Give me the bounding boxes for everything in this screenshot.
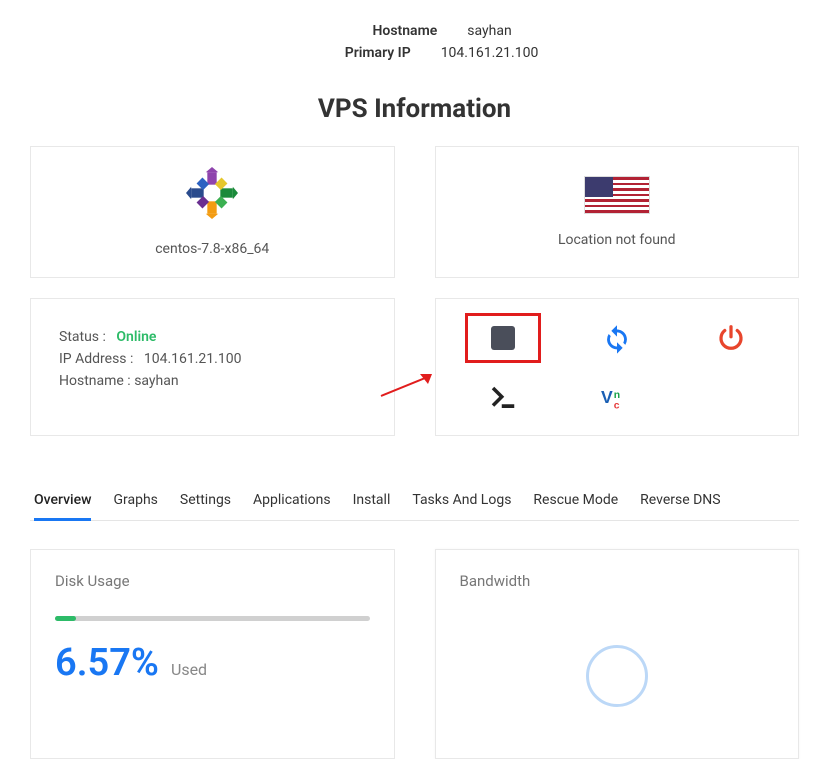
vnc-icon: V n c [601,384,633,412]
tab-rescue-mode[interactable]: Rescue Mode [533,484,618,520]
location-text: Location not found [558,232,676,248]
poweroff-button[interactable] [701,315,761,361]
tab-tasks-logs[interactable]: Tasks And Logs [412,484,511,520]
stop-button[interactable] [465,313,541,363]
os-card: centos-7.8-x86_64 [30,146,395,278]
stop-icon [491,326,515,350]
console-button[interactable] [473,375,533,421]
tab-graphs[interactable]: Graphs [113,484,157,520]
tab-settings[interactable]: Settings [180,484,231,520]
primary-ip-value: 104.161.21.100 [441,45,539,61]
os-name: centos-7.8-x86_64 [155,241,269,257]
hostname-value: sayhan [467,23,511,39]
host-label: Hostname : [59,373,131,389]
restart-button[interactable] [587,315,647,361]
loading-spinner-icon [586,645,648,707]
svg-text:V: V [601,387,613,407]
hostname-label: Hostname [317,23,437,39]
ipaddress-value: 104.161.21.100 [144,351,242,367]
section-title: VPS Information [30,94,799,124]
vnc-button[interactable]: V n c [587,375,647,421]
bandwidth-title: Bandwidth [460,572,775,590]
svg-text:n: n [614,390,620,401]
svg-text:c: c [614,400,620,411]
server-header: Hostname sayhan Primary IP 104.161.21.10… [30,20,799,64]
terminal-icon [488,385,518,411]
power-icon [716,323,746,353]
disk-usage-percent: 6.57% [55,641,159,685]
tab-install[interactable]: Install [353,484,391,520]
location-card: Location not found [435,146,800,278]
ipaddress-label: IP Address : [59,351,133,367]
refresh-icon [600,321,634,355]
disk-usage-used-label: Used [171,660,207,679]
status-card: Status : Online IP Address : 104.161.21.… [30,298,395,436]
primary-ip-label: Primary IP [291,45,411,61]
actions-card: V n c [435,298,800,436]
disk-usage-title: Disk Usage [55,572,370,590]
tab-applications[interactable]: Applications [253,484,331,520]
bandwidth-card: Bandwidth [435,549,800,759]
tab-reverse-dns[interactable]: Reverse DNS [640,484,720,520]
disk-usage-card: Disk Usage 6.57% Used [30,549,395,759]
us-flag-icon [584,176,650,214]
tab-overview[interactable]: Overview [34,484,91,521]
host-value: sayhan [134,373,178,389]
status-label: Status : [59,329,106,345]
status-value: Online [116,329,156,345]
centos-icon [186,167,238,223]
tab-bar: Overview Graphs Settings Applications In… [30,484,799,521]
